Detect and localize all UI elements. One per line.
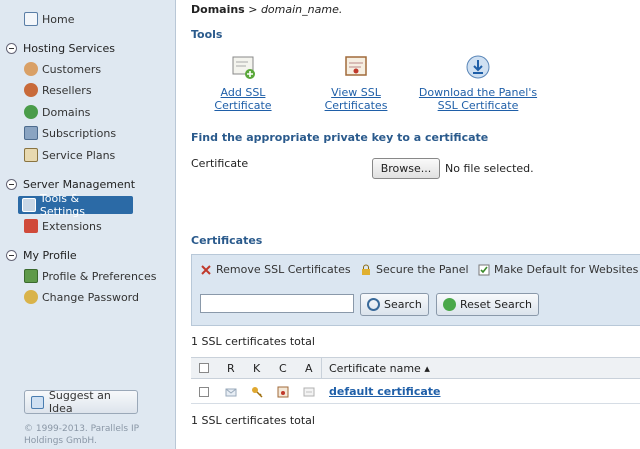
download-icon <box>466 55 490 79</box>
sidebar-item-service-plans[interactable]: Service Plans <box>24 146 115 164</box>
checkmark-icon <box>478 264 490 275</box>
download-panel-ssl-button[interactable]: Download the Panel's SSL Certificate <box>418 54 538 112</box>
column-c: C <box>279 362 287 375</box>
service-plan-icon <box>24 148 38 162</box>
sidebar-item-resellers[interactable]: Resellers <box>24 81 92 99</box>
sidebar-item-profile-preferences[interactable]: Profile & Preferences <box>24 267 156 285</box>
column-r: R <box>227 362 235 375</box>
total-count-bottom: 1 SSL certificates total <box>191 414 315 427</box>
sidebar-item-domains[interactable]: Domains <box>24 103 90 121</box>
ca-certificate-icon <box>303 387 315 397</box>
table-row: default certificate <box>191 380 640 404</box>
certificates-title: Certificates <box>191 234 263 247</box>
table-header: R K C A Certificate name ▴ <box>191 357 640 379</box>
search-icon <box>367 298 380 311</box>
sidebar-group-hosting[interactable]: Hosting Services <box>6 39 115 57</box>
add-ssl-certificate-button[interactable]: Add SSL Certificate <box>191 54 295 112</box>
search-button[interactable]: Search <box>360 293 429 316</box>
column-a: A <box>305 362 313 375</box>
copyright: © 1999-2013. Parallels IP Holdings GmbH. <box>24 424 140 446</box>
remove-icon <box>201 264 211 275</box>
collapse-icon <box>6 249 17 261</box>
breadcrumb: Domains > domain_name. <box>191 3 343 16</box>
sidebar-item-tools-settings[interactable]: Tools & Settings <box>18 192 133 218</box>
breadcrumb-current: domain_name. <box>260 3 343 16</box>
reset-icon <box>443 298 456 311</box>
lightbulb-icon <box>31 395 44 409</box>
secure-panel-button[interactable]: Secure the Panel <box>360 263 469 276</box>
sidebar-item-extensions[interactable]: Extensions <box>24 217 102 235</box>
column-k: K <box>253 362 261 375</box>
certificate-icon <box>277 386 289 398</box>
search-input[interactable] <box>200 294 354 313</box>
customer-icon <box>24 62 38 76</box>
sidebar-group-profile[interactable]: My Profile <box>6 246 77 264</box>
view-ssl-certificates-button[interactable]: View SSL Certificates <box>298 54 414 112</box>
select-all-checkbox[interactable] <box>199 363 209 373</box>
tools-icon <box>22 198 36 212</box>
make-default-button[interactable]: Make Default for Websites <box>478 263 638 276</box>
column-certificate-name[interactable]: Certificate name ▴ <box>329 362 430 375</box>
tools-title: Tools <box>191 28 223 41</box>
home-icon <box>24 12 38 26</box>
reset-search-button[interactable]: Reset Search <box>436 293 540 316</box>
lock-icon <box>362 264 370 275</box>
collapse-icon <box>6 178 17 190</box>
subscription-icon <box>24 126 38 140</box>
remove-ssl-button[interactable]: Remove SSL Certificates <box>200 263 351 276</box>
sidebar-item-change-password[interactable]: Change Password <box>24 288 139 306</box>
sidebar-item-subscriptions[interactable]: Subscriptions <box>24 124 116 142</box>
globe-icon <box>24 105 38 119</box>
browse-button[interactable]: Browse... <box>372 158 440 179</box>
key-icon <box>252 387 263 398</box>
request-icon <box>225 388 237 397</box>
certificates-toolbar: Remove SSL Certificates Secure the Panel… <box>191 254 640 326</box>
suggest-idea-button[interactable]: Suggest an Idea <box>24 389 138 415</box>
reseller-icon <box>24 83 38 97</box>
sidebar-item-home[interactable]: Home <box>24 10 74 28</box>
sidebar-group-server[interactable]: Server Management <box>6 175 135 193</box>
collapse-icon <box>6 42 17 54</box>
total-count-top: 1 SSL certificates total <box>191 335 315 348</box>
no-file-text: No file selected. <box>445 162 534 175</box>
sidebar: Home Hosting Services Customers Reseller… <box>0 0 176 449</box>
key-icon <box>24 290 38 304</box>
certificate-name-link[interactable]: default certificate <box>329 385 440 398</box>
profile-icon <box>24 269 38 283</box>
certificate-view-icon <box>345 56 367 76</box>
certificate-label: Certificate <box>191 157 249 170</box>
main-content: Domains > domain_name. Tools Add SSL Cer… <box>177 0 640 449</box>
certificate-add-icon <box>232 56 255 79</box>
key-finder-title: Find the appropriate private key to a ce… <box>191 131 489 144</box>
sidebar-item-customers[interactable]: Customers <box>24 60 101 78</box>
row-checkbox[interactable] <box>199 387 209 397</box>
breadcrumb-root[interactable]: Domains <box>191 3 245 16</box>
extensions-icon <box>24 219 38 233</box>
